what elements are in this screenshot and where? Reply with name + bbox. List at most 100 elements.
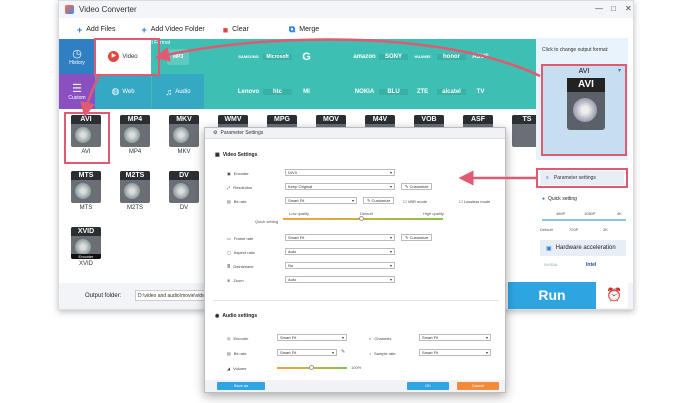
brand-sony[interactable]: SONY <box>379 53 408 60</box>
output-folder-input[interactable]: D:\video and audio\movie\video <box>135 290 205 301</box>
format-mkv[interactable]: MKV MKV <box>166 115 202 155</box>
brand-samsung[interactable]: SAMSUNG <box>234 54 263 59</box>
trash-icon: ■ <box>222 24 229 35</box>
window-title: Video Converter <box>79 5 137 14</box>
video-settings-label: Video Settings <box>222 152 258 158</box>
brand-blu[interactable]: BLU <box>379 88 408 95</box>
volume-icon: ◢ <box>227 366 231 371</box>
parameter-settings-button[interactable]: ≡ Parameter settings <box>540 171 624 185</box>
brand-microsoft[interactable]: Microsoft <box>263 53 292 60</box>
minimize-icon[interactable]: — <box>595 4 603 13</box>
format-dv[interactable]: DV DV <box>166 171 202 211</box>
format-xvid[interactable]: XVID Encoder XVID <box>68 227 104 267</box>
vbr-label: VBR mode <box>407 199 428 204</box>
avi-format-highlight <box>64 112 110 164</box>
merge-button[interactable]: ⧉ Merge <box>289 23 319 37</box>
format-code: MTS <box>71 171 101 180</box>
format-code: WMV <box>218 115 248 124</box>
save-as-button[interactable]: Save as <box>217 382 265 390</box>
format-mp4[interactable]: MP4 MP4 <box>117 115 153 155</box>
quality-720p: 720P <box>569 227 579 232</box>
microphone-icon: ♪ <box>369 351 371 356</box>
framerate-customize-button[interactable]: ✎ Customize <box>401 234 433 241</box>
audio-icon: ♫ <box>165 86 173 97</box>
channels-select[interactable]: Smart Fit <box>419 334 491 341</box>
tab-web[interactable]: ◍ Web <box>95 74 151 109</box>
tab-web-label: Web <box>122 88 135 95</box>
format-code: DV <box>169 171 199 180</box>
format-label: XVID <box>78 261 93 267</box>
clear-button[interactable]: ■ Clear <box>223 23 249 37</box>
aspect-select[interactable]: Auto <box>285 248 395 255</box>
history-button[interactable]: ◷ History <box>59 39 95 74</box>
ok-button[interactable]: OK <box>407 382 449 390</box>
avi-format-code: AVI <box>567 78 605 92</box>
brand-honor[interactable]: honor <box>437 53 466 60</box>
nvidia-option[interactable]: NVIDIA <box>544 262 557 267</box>
maximize-icon[interactable]: □ <box>611 4 616 13</box>
format-m2ts[interactable]: M2TS M2TS <box>117 171 153 211</box>
encoder-text: Encoder <box>233 171 249 176</box>
close-icon[interactable]: ✕ <box>625 4 632 13</box>
audio-settings-label: Audio settings <box>222 313 258 319</box>
brand-htc[interactable]: htc <box>263 88 292 95</box>
output-format-selector[interactable]: AVI ▾ AVI <box>541 64 627 156</box>
rocket-icon: ● <box>542 196 546 202</box>
clear-label: Clear <box>232 26 249 33</box>
aspect-label: ▢ Aspect ratio <box>227 250 255 255</box>
brand-huawei[interactable]: HUAWEI <box>408 54 437 59</box>
samplerate-select[interactable]: Smart Fit <box>419 349 491 356</box>
resolution-customize-button[interactable]: ✎ Customize <box>401 183 433 190</box>
volume-slider-knob[interactable] <box>309 365 314 370</box>
audio-bitrate-select[interactable]: Smart Fit <box>277 349 337 356</box>
history-icon: ◷ <box>72 48 82 60</box>
hardware-acceleration-toggle[interactable]: ▣ Hardware acceleration <box>540 240 626 256</box>
format-code: MOV <box>316 115 346 124</box>
add-files-button[interactable]: + Add Files <box>77 23 115 37</box>
lossless-checkbox[interactable]: ☐ Lossless mode <box>459 199 490 204</box>
tab-audio[interactable]: ♫ Audio <box>152 74 204 109</box>
bitrate-select[interactable]: Smart Fit <box>285 197 357 204</box>
brand-amazon[interactable]: amazon <box>350 54 379 60</box>
zoom-select[interactable]: Auto <box>285 276 395 283</box>
cancel-button[interactable]: Cancel <box>457 382 499 390</box>
bitrate-customize-button[interactable]: ✎ Customize <box>363 197 395 204</box>
quality-slider-knob[interactable] <box>359 216 364 221</box>
custom-button[interactable]: ☰ Custom <box>59 74 95 109</box>
deinterlace-select[interactable]: No <box>285 262 395 269</box>
brand-tv[interactable]: TV <box>466 89 495 95</box>
vbr-checkbox[interactable]: ☐ VBR mode <box>403 199 427 204</box>
alarm-icon[interactable]: ⏰ <box>606 287 622 303</box>
pencil-icon[interactable]: ✎ <box>341 349 345 355</box>
brand-mi[interactable]: MI <box>292 89 321 95</box>
section-divider <box>213 300 499 301</box>
bitrate-icon: ▤ <box>227 199 231 204</box>
dialog-title-bar: ⚙ Parameter Settings <box>205 128 505 139</box>
brand-asus[interactable]: ASUS <box>466 54 495 60</box>
format-mts[interactable]: MTS MTS <box>68 171 104 211</box>
brand-lenovo[interactable]: Lenovo <box>234 89 263 95</box>
quick-setting-label: Quick setting <box>548 196 577 202</box>
brand-nokia[interactable]: NOKIA <box>350 89 379 95</box>
settings-icon: ⚙ <box>213 130 218 136</box>
framerate-select[interactable]: Smart Fit <box>285 234 395 241</box>
customize-label: Customize <box>409 184 429 189</box>
audio-encoder-select[interactable]: Smart Fit <box>277 334 347 341</box>
encoder-select[interactable]: DIVX <box>285 169 395 176</box>
intel-option[interactable]: Intel <box>586 262 596 268</box>
brand-google[interactable]: G <box>292 51 321 63</box>
audio-encoder-text: Encoder <box>233 336 249 341</box>
brand-zte[interactable]: ZTE <box>408 89 437 95</box>
brand-alcatel[interactable]: alcatel <box>437 88 466 95</box>
camera-icon <box>124 183 140 199</box>
audio-bitrate-text: Bit rate <box>233 351 247 356</box>
quick-setting-slider[interactable] <box>542 219 626 221</box>
audio-encoder-label: ◎ Encoder <box>227 336 248 341</box>
run-button[interactable]: Run <box>508 282 596 309</box>
encoder-label: ▣ Encoder <box>227 171 249 176</box>
audio-format-cell[interactable]: MP3 <box>167 48 189 65</box>
add-folder-button[interactable]: + Add Video Folder <box>141 23 204 37</box>
camera-icon <box>75 183 91 199</box>
dialog-title: Parameter Settings <box>220 130 264 136</box>
resolution-select[interactable]: Keep Original <box>285 183 395 190</box>
